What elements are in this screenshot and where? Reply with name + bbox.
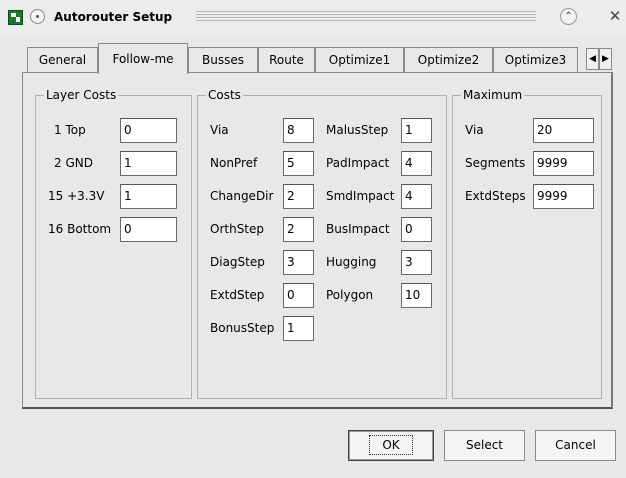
cost-via-input[interactable]: 8 xyxy=(283,118,314,143)
maximum-group: Maximum Via 20 Segments 9999 ExtdSteps 9… xyxy=(452,88,602,399)
cost-label: OrthStep xyxy=(210,222,265,236)
title-bar-grip xyxy=(196,11,536,23)
maximum-title: Maximum xyxy=(461,88,525,102)
window-menu-button[interactable] xyxy=(30,9,45,24)
cost-label: Hugging xyxy=(326,255,377,269)
layer-label: 1 Top xyxy=(54,123,86,137)
layer-cost-input-bottom[interactable]: 0 xyxy=(120,217,177,242)
max-via-input[interactable]: 20 xyxy=(533,118,594,143)
maximum-label: ExtdSteps xyxy=(465,189,526,203)
cost-label: Via xyxy=(210,123,229,137)
ok-button-label: OK xyxy=(369,435,413,455)
cost-label: BusImpact xyxy=(326,222,390,236)
cost-label: NonPref xyxy=(210,156,258,170)
cost-label: ChangeDir xyxy=(210,189,274,203)
tab-scroll-right-icon[interactable]: ▶ xyxy=(599,48,612,70)
cost-busimpact-input[interactable]: 0 xyxy=(401,217,432,242)
cost-padimpact-input[interactable]: 4 xyxy=(401,151,432,176)
maximum-label: Via xyxy=(465,123,484,137)
tab-busses[interactable]: Busses xyxy=(188,47,258,72)
tab-optimize3[interactable]: Optimize3 xyxy=(493,47,578,72)
maximum-label: Segments xyxy=(465,156,526,170)
cost-label: Polygon xyxy=(326,288,374,302)
close-icon[interactable]: ✕ xyxy=(607,8,623,25)
cost-orthstep-input[interactable]: 2 xyxy=(283,217,314,242)
cost-label: PadImpact xyxy=(326,156,390,170)
follow-me-panel: Layer Costs 1 Top 0 2 GND 1 15 +3.3V 1 1… xyxy=(22,72,613,409)
cost-label: DiagStep xyxy=(210,255,265,269)
autorouter-setup-window: Autorouter Setup ⌃ ✕ General Follow-me B… xyxy=(0,0,626,478)
max-segments-input[interactable]: 9999 xyxy=(533,151,594,176)
cancel-button[interactable]: Cancel xyxy=(535,430,616,461)
select-button[interactable]: Select xyxy=(444,430,525,461)
title-bar[interactable]: Autorouter Setup ⌃ ✕ xyxy=(0,0,626,34)
costs-group: Costs Via 8 NonPref 5 ChangeDir 2 OrthSt… xyxy=(197,88,447,399)
max-extdsteps-input[interactable]: 9999 xyxy=(533,184,594,209)
layer-costs-title: Layer Costs xyxy=(44,88,119,102)
tab-optimize2[interactable]: Optimize2 xyxy=(404,47,493,72)
tab-general[interactable]: General xyxy=(27,47,98,72)
tab-route[interactable]: Route xyxy=(258,47,315,72)
window-title: Autorouter Setup xyxy=(54,10,173,24)
cost-extdstep-input[interactable]: 0 xyxy=(283,283,314,308)
tab-follow-me[interactable]: Follow-me xyxy=(98,43,188,74)
tab-optimize1[interactable]: Optimize1 xyxy=(315,47,404,72)
layer-label: 2 GND xyxy=(54,156,93,170)
layer-cost-input-top[interactable]: 0 xyxy=(120,118,177,143)
cost-nonpref-input[interactable]: 5 xyxy=(283,151,314,176)
shade-button[interactable]: ⌃ xyxy=(560,8,577,25)
layer-cost-input-3v3[interactable]: 1 xyxy=(120,184,177,209)
cost-label: SmdImpact xyxy=(326,189,395,203)
cost-bonusstep-input[interactable]: 1 xyxy=(283,316,314,341)
cost-polygon-input[interactable]: 10 xyxy=(401,283,432,308)
cost-label: ExtdStep xyxy=(210,288,265,302)
layer-cost-input-gnd[interactable]: 1 xyxy=(120,151,177,176)
layer-label: 16 Bottom xyxy=(48,222,112,236)
cost-label: BonusStep xyxy=(210,321,275,335)
ok-button[interactable]: OK xyxy=(348,430,434,461)
costs-title: Costs xyxy=(206,88,243,102)
cost-changedir-input[interactable]: 2 xyxy=(283,184,314,209)
layer-costs-group: Layer Costs 1 Top 0 2 GND 1 15 +3.3V 1 1… xyxy=(35,88,192,399)
eagle-app-icon xyxy=(8,10,23,25)
cost-label: MalusStep xyxy=(326,123,389,137)
cost-smdimpact-input[interactable]: 4 xyxy=(401,184,432,209)
cost-malusstep-input[interactable]: 1 xyxy=(401,118,432,143)
cost-hugging-input[interactable]: 3 xyxy=(401,250,432,275)
layer-label: 15 +3.3V xyxy=(48,189,105,203)
cost-diagstep-input[interactable]: 3 xyxy=(283,250,314,275)
tab-scroll-left-icon[interactable]: ◀ xyxy=(586,48,599,70)
